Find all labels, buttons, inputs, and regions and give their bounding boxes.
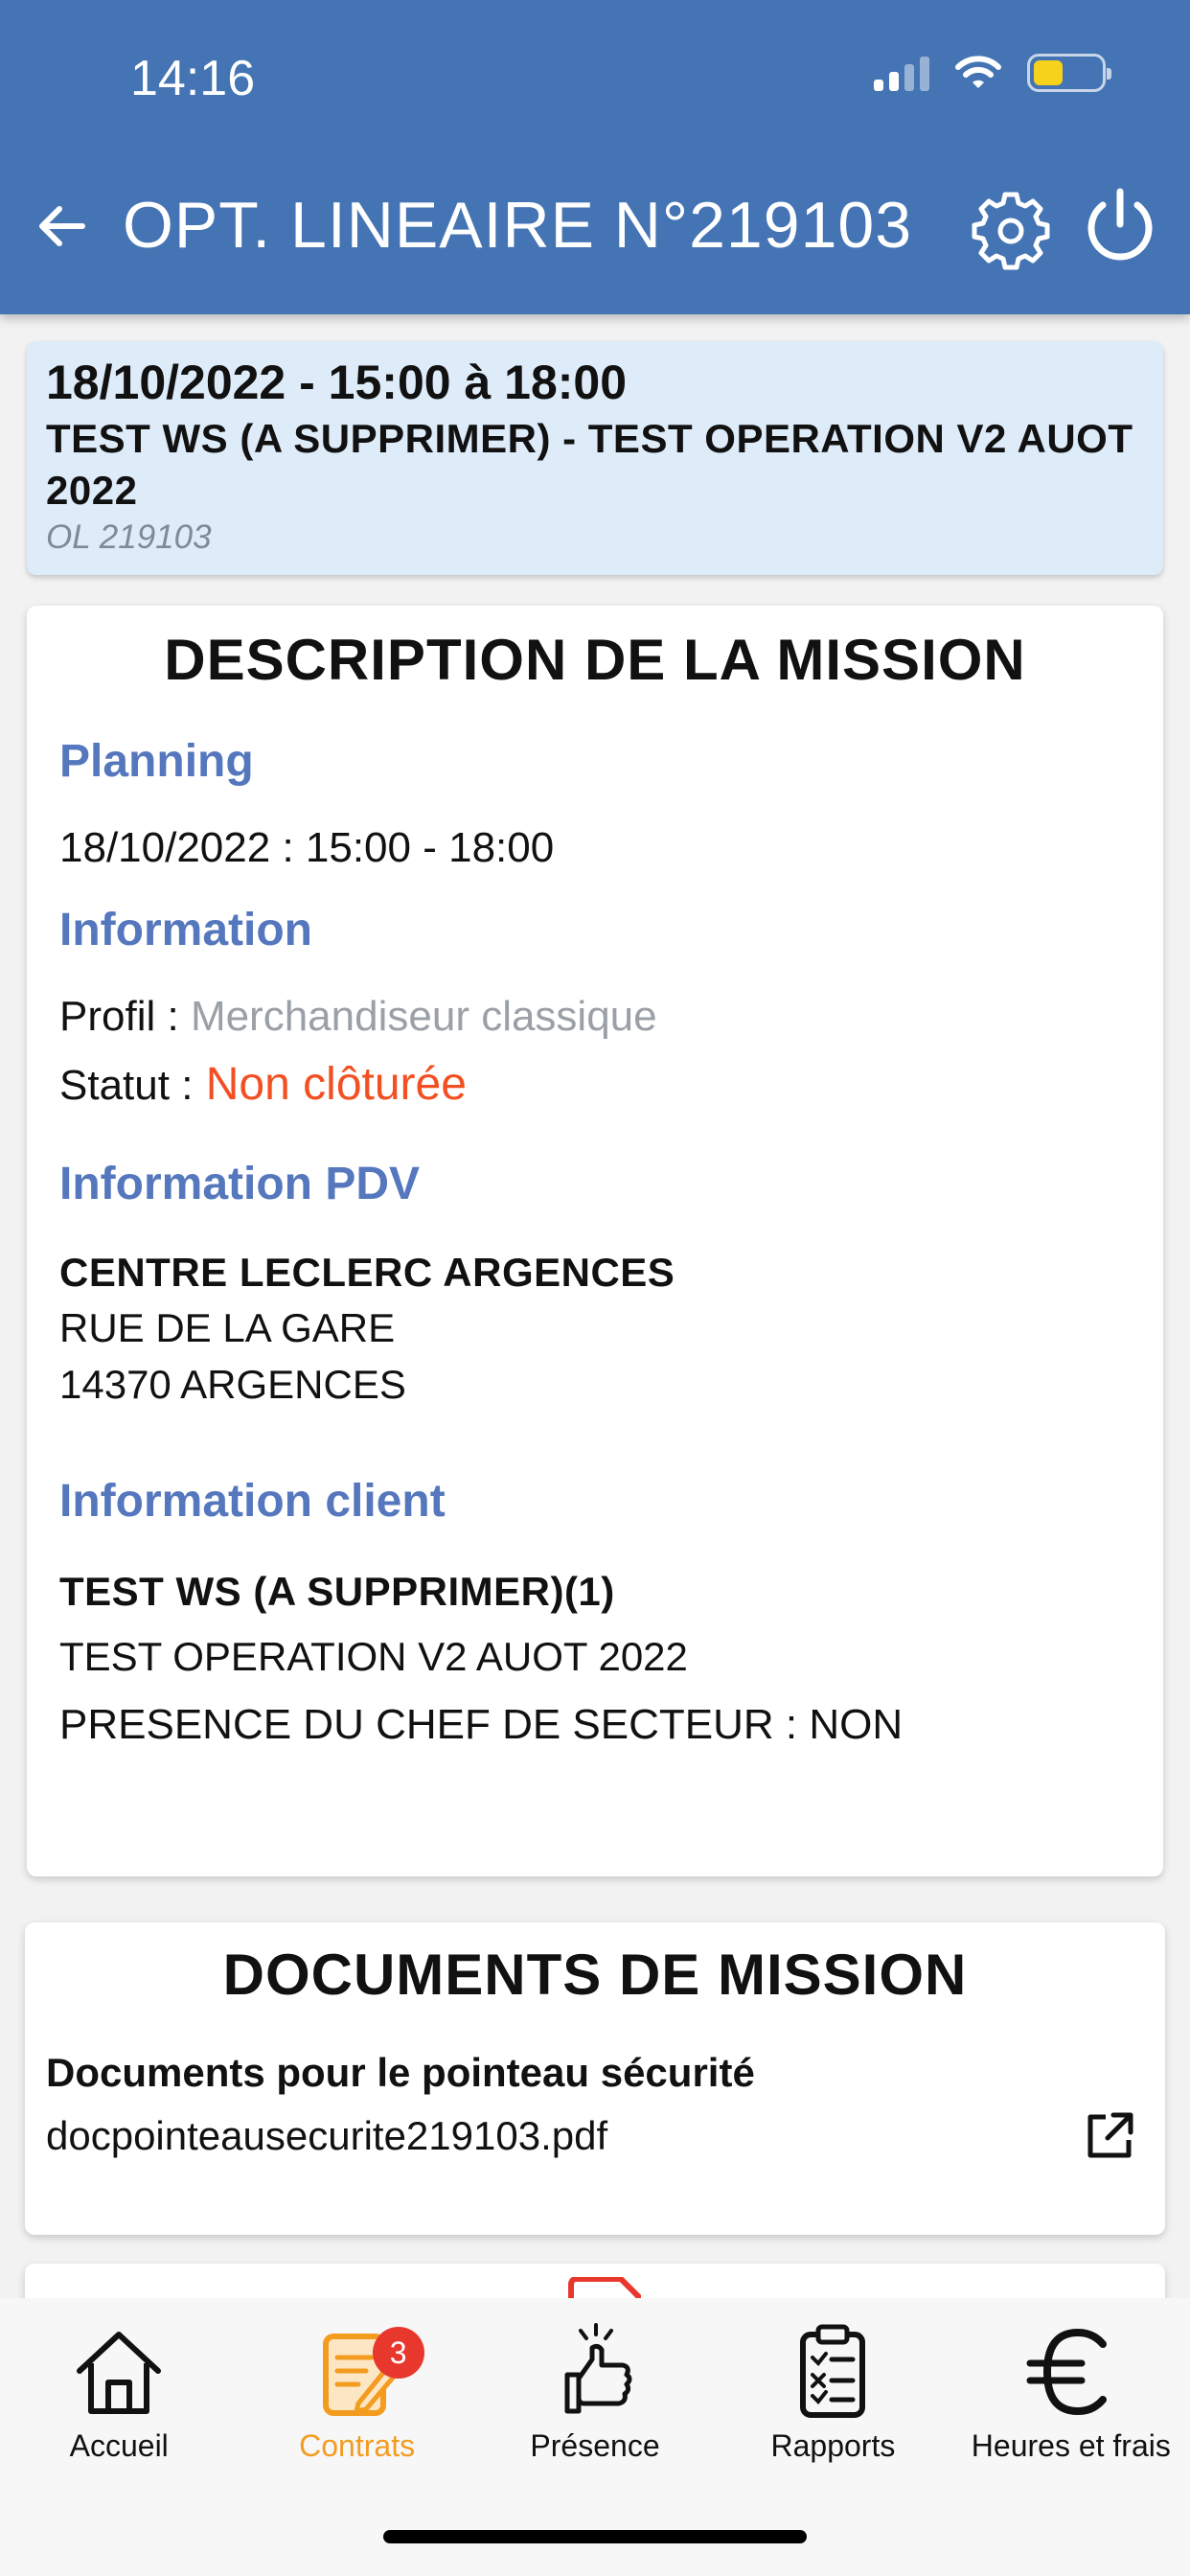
mission-reference: OL 219103 [46, 518, 212, 556]
statut-row: Statut : Non clôturée [59, 1055, 1131, 1115]
presence-hand-icon [564, 2323, 632, 2414]
pdv-heading: Information PDV [59, 1158, 421, 1209]
client-operation: TEST OPERATION V2 AUOT 2022 [59, 1634, 688, 1680]
nav-label: Contrats [299, 2428, 416, 2463]
mission-summary-card: 18/10/2022 - 15:00 à 18:00 TEST WS (A SU… [27, 341, 1163, 575]
pdv-city: 14370 ARGENCES [59, 1361, 406, 1407]
power-icon[interactable] [1077, 184, 1163, 270]
document-row[interactable]: docpointeausecurite219103.pdf [46, 2107, 1144, 2165]
profil-value: Merchandiseur classique [190, 993, 657, 1041]
statut-value: Non clôturée [205, 1059, 467, 1111]
client-name: TEST WS (A SUPPRIMER)(1) [59, 1568, 615, 1614]
client-heading: Information client [59, 1475, 446, 1527]
profil-row: Profil : Merchandiseur classique [59, 989, 1131, 1044]
external-link-icon[interactable] [1081, 2107, 1138, 2165]
documents-subtitle: Documents pour le pointeau sécurité [46, 2050, 755, 2095]
mission-description-card: DESCRIPTION DE LA MISSION Planning 18/10… [27, 606, 1163, 1876]
planning-value: 18/10/2022 : 15:00 - 18:00 [59, 824, 555, 871]
home-icon [77, 2332, 162, 2414]
planning-heading: Planning [59, 736, 254, 787]
report-clipboard-icon [800, 2324, 866, 2418]
information-heading: Information [59, 905, 312, 956]
wifi-icon [955, 56, 1001, 88]
contracts-badge: 3 [372, 2327, 424, 2379]
statut-label: Statut : [59, 1062, 194, 1110]
client-presence: PRESENCE DU CHEF DE SECTEUR : NON [59, 1700, 904, 1748]
status-icons [874, 54, 1111, 92]
pdv-name: CENTRE LECLERC ARGENCES [59, 1249, 675, 1295]
pdv-street: RUE DE LA GARE [59, 1305, 396, 1351]
nav-item-accueil[interactable]: Accueil [0, 2298, 238, 2576]
nav-label: Accueil [69, 2428, 169, 2463]
mission-datetime: 18/10/2022 - 15:00 à 18:00 [46, 356, 628, 409]
nav-label: Rapports [770, 2428, 896, 2463]
mission-documents-card: DOCUMENTS DE MISSION Documents pour le p… [25, 1922, 1165, 2235]
gear-icon[interactable] [968, 188, 1054, 274]
page-title: OPT. LINEAIRE N°219103 [123, 189, 913, 262]
euro-icon [1026, 2328, 1107, 2416]
status-time: 14:16 [130, 51, 256, 106]
battery-icon [1027, 54, 1111, 92]
nav-label: Heures et frais [971, 2428, 1171, 2463]
signal-icon [874, 55, 929, 91]
mission-operation: TEST WS (A SUPPRIMER) - TEST OPERATION V… [46, 416, 1133, 513]
profil-label: Profil : [59, 993, 179, 1041]
home-indicator [383, 2530, 807, 2543]
document-filename[interactable]: docpointeausecurite219103.pdf [46, 2113, 607, 2159]
documents-title: DOCUMENTS DE MISSION [222, 1943, 968, 2007]
nav-label: Présence [530, 2428, 660, 2463]
back-arrow-icon[interactable] [33, 196, 94, 257]
app-header: 14:16 OPT. LINEAIRE N°219103 [0, 0, 1190, 314]
nav-item-heures-frais[interactable]: Heures et frais [952, 2298, 1190, 2576]
description-title: DESCRIPTION DE LA MISSION [164, 628, 1026, 692]
